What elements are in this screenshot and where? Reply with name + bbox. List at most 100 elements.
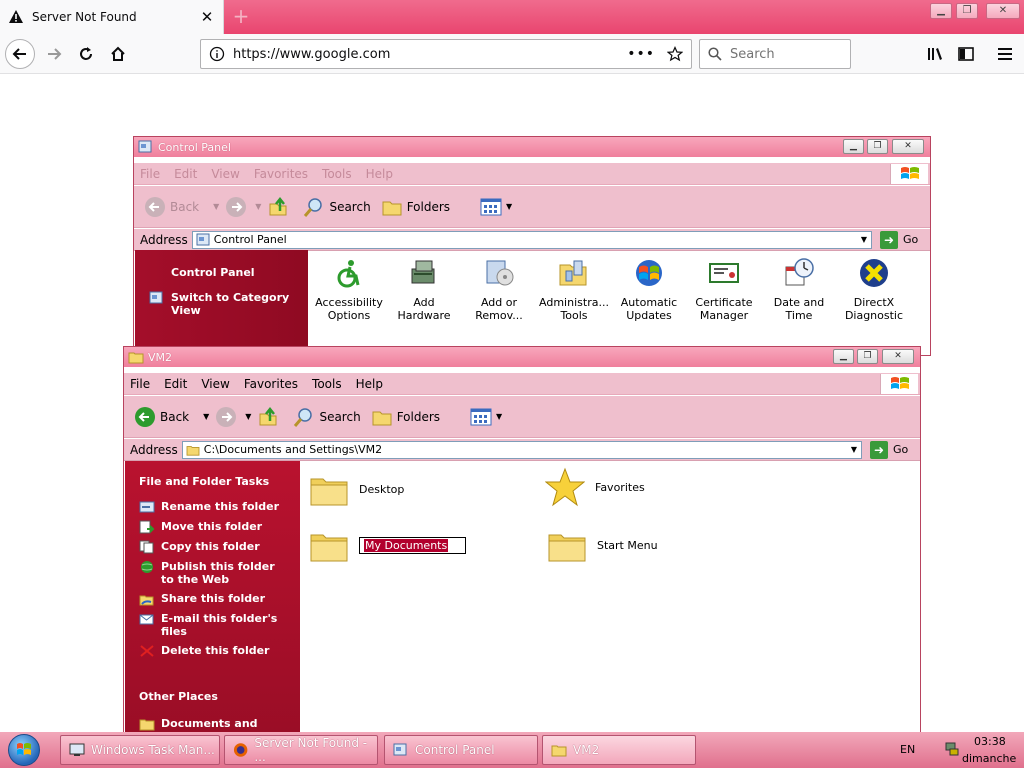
- menu-edit[interactable]: Edit: [164, 377, 187, 391]
- control-panel-titlebar[interactable]: Control Panel ▁ ❐ ✕: [134, 137, 930, 157]
- menu-tools[interactable]: Tools: [312, 377, 342, 391]
- maximize-button[interactable]: ❐: [857, 349, 878, 364]
- task-label: Rename this folder: [161, 500, 280, 513]
- go-button[interactable]: ➜ Go: [880, 230, 930, 249]
- start-button[interactable]: [8, 734, 40, 766]
- folders-button[interactable]: Folders: [381, 197, 450, 217]
- menu-view[interactable]: View: [201, 377, 229, 391]
- clock-time[interactable]: 03:38: [974, 735, 1006, 748]
- back-label: Back: [160, 409, 190, 424]
- menu-file[interactable]: File: [140, 167, 160, 181]
- folder-label: Desktop: [359, 482, 405, 496]
- network-icon[interactable]: [944, 741, 960, 757]
- forward-button[interactable]: [215, 406, 241, 428]
- new-tab-button[interactable]: +: [230, 5, 252, 27]
- cp-item-accessibility[interactable]: Accessibility Options: [312, 257, 386, 322]
- menu-file[interactable]: File: [130, 377, 150, 391]
- directx-icon: [860, 259, 888, 287]
- folder-favorites[interactable]: Favorites: [545, 467, 645, 507]
- bookmark-star-icon[interactable]: [667, 46, 683, 62]
- folder-my-documents[interactable]: My Documents: [309, 525, 467, 565]
- close-button[interactable]: ✕: [882, 349, 914, 364]
- address-input[interactable]: Control Panel ▼: [191, 230, 872, 249]
- folder-desktop[interactable]: Desktop: [309, 469, 404, 509]
- taskbar-task-manager[interactable]: Windows Task Man...: [60, 735, 220, 765]
- menu-tools[interactable]: Tools: [322, 167, 352, 181]
- task-move[interactable]: Move this folder: [139, 520, 300, 534]
- menu-button[interactable]: [991, 40, 1019, 68]
- cp-item-directx[interactable]: DirectX Diagnostic: [837, 257, 911, 322]
- cp-item-admin-tools[interactable]: Administra... Tools: [537, 257, 611, 322]
- menu-edit[interactable]: Edit: [174, 167, 197, 181]
- task-delete[interactable]: Delete this folder: [139, 644, 300, 658]
- cp-item-add-hardware[interactable]: Add Hardware: [387, 257, 461, 322]
- language-indicator[interactable]: EN: [900, 743, 915, 756]
- forward-button[interactable]: [225, 196, 251, 218]
- dropdown-icon[interactable]: ▼: [255, 202, 261, 211]
- maximize-button[interactable]: ❐: [867, 139, 888, 154]
- url-text[interactable]: https://www.google.com: [233, 47, 627, 62]
- views-button[interactable]: ▼: [470, 408, 508, 426]
- address-bar: Address C:\Documents and Settings\VM2 ▼ …: [124, 439, 920, 461]
- close-window-button[interactable]: ✕: [986, 3, 1020, 19]
- back-button[interactable]: Back: [134, 406, 189, 428]
- search-input[interactable]: Search: [699, 39, 851, 69]
- menu-help[interactable]: Help: [356, 377, 383, 391]
- home-button[interactable]: [104, 40, 132, 68]
- back-button[interactable]: Back: [144, 196, 199, 218]
- restore-window-button[interactable]: ❐: [956, 3, 978, 19]
- task-email[interactable]: E-mail this folder's files: [139, 612, 300, 638]
- task-publish[interactable]: Publish this folder to the Web: [139, 560, 300, 586]
- window-title: Control Panel: [158, 140, 231, 154]
- close-tab-icon[interactable]: ✕: [199, 9, 215, 25]
- folder-label[interactable]: My Documents: [364, 538, 449, 552]
- reload-button[interactable]: [72, 40, 100, 68]
- cp-item-add-remove[interactable]: Add or Remov...: [462, 257, 536, 322]
- menu-help[interactable]: Help: [366, 167, 393, 181]
- cp-item-date-time[interactable]: Date and Time: [762, 257, 836, 322]
- task-rename[interactable]: Rename this folder: [139, 500, 300, 514]
- switch-view-link[interactable]: Switch to Category View: [149, 291, 308, 317]
- sidebar-toggle-button[interactable]: [952, 40, 980, 68]
- folder-start-menu[interactable]: Start Menu: [547, 525, 658, 565]
- back-button[interactable]: [5, 39, 35, 69]
- info-icon[interactable]: [209, 46, 225, 62]
- close-button[interactable]: ✕: [892, 139, 924, 154]
- menu-favorites[interactable]: Favorites: [244, 377, 298, 391]
- page-actions-icon[interactable]: •••: [627, 46, 655, 62]
- go-label: Go: [893, 443, 909, 456]
- minimize-window-button[interactable]: ▁: [930, 3, 952, 19]
- taskbar-control-panel[interactable]: Control Panel: [384, 735, 538, 765]
- menu-view[interactable]: View: [211, 167, 239, 181]
- views-button[interactable]: ▼: [480, 198, 518, 216]
- cp-item-certificate-manager[interactable]: Certificate Manager: [687, 257, 761, 322]
- forward-button[interactable]: [40, 40, 68, 68]
- dropdown-icon[interactable]: ▼: [203, 412, 209, 421]
- dropdown-icon[interactable]: ▼: [245, 412, 251, 421]
- task-copy[interactable]: Copy this folder: [139, 540, 300, 554]
- cp-item-automatic-updates[interactable]: Automatic Updates: [612, 257, 686, 322]
- taskbar-vm2[interactable]: VM2: [542, 735, 696, 765]
- go-button[interactable]: ➜ Go: [870, 440, 920, 459]
- browser-tab[interactable]: Server Not Found ✕: [0, 0, 224, 34]
- address-dropdown-icon[interactable]: ▼: [847, 445, 861, 454]
- address-input[interactable]: C:\Documents and Settings\VM2 ▼: [181, 440, 862, 459]
- up-folder-button[interactable]: [267, 196, 293, 218]
- address-dropdown-icon[interactable]: ▼: [857, 235, 871, 244]
- search-button[interactable]: Search: [303, 196, 371, 218]
- minimize-button[interactable]: ▁: [843, 139, 864, 154]
- folders-button[interactable]: Folders: [371, 407, 440, 427]
- library-button[interactable]: [922, 40, 950, 68]
- menu-favorites[interactable]: Favorites: [254, 167, 308, 181]
- dropdown-icon[interactable]: ▼: [213, 202, 219, 211]
- up-folder-button[interactable]: [257, 406, 283, 428]
- task-share[interactable]: Share this folder: [139, 592, 300, 606]
- search-button[interactable]: Search: [293, 406, 361, 428]
- cp-item-label: Add Hardware: [397, 296, 451, 322]
- minimize-button[interactable]: ▁: [833, 349, 854, 364]
- rename-field[interactable]: My Documents: [359, 536, 467, 554]
- vm2-titlebar[interactable]: VM2 ▁ ❐ ✕: [124, 347, 920, 367]
- clock-day[interactable]: dimanche: [962, 752, 1016, 765]
- taskbar-firefox[interactable]: Server Not Found - ...: [224, 735, 378, 765]
- url-bar[interactable]: https://www.google.com •••: [200, 39, 692, 69]
